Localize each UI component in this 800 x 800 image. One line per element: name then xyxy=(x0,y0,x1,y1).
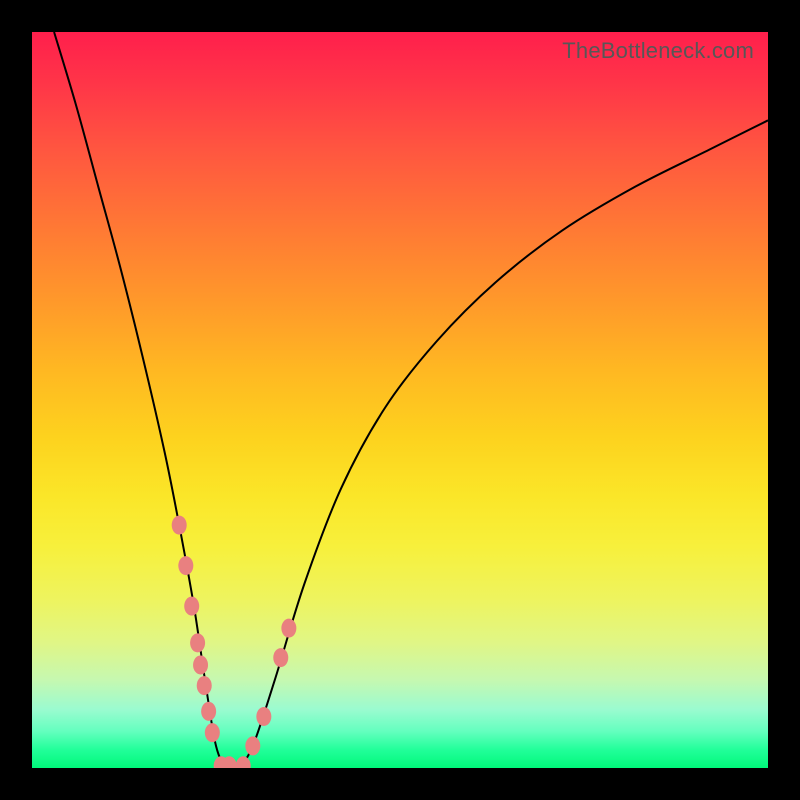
marker-bead xyxy=(245,736,260,755)
marker-bead xyxy=(205,723,220,742)
marker-bead xyxy=(178,556,193,575)
plot-area: TheBottleneck.com xyxy=(32,32,768,768)
marker-bead xyxy=(236,756,251,768)
bottleneck-curve xyxy=(54,32,768,768)
marker-bead xyxy=(281,619,296,638)
marker-bead xyxy=(197,676,212,695)
curve-layer xyxy=(32,32,768,768)
marker-bead xyxy=(193,655,208,674)
left-markers-group xyxy=(172,516,237,768)
marker-bead xyxy=(201,702,216,721)
marker-bead xyxy=(184,597,199,616)
marker-bead xyxy=(190,633,205,652)
marker-bead xyxy=(273,648,288,667)
marker-bead xyxy=(256,707,271,726)
marker-bead xyxy=(172,516,187,535)
chart-frame: TheBottleneck.com xyxy=(0,0,800,800)
